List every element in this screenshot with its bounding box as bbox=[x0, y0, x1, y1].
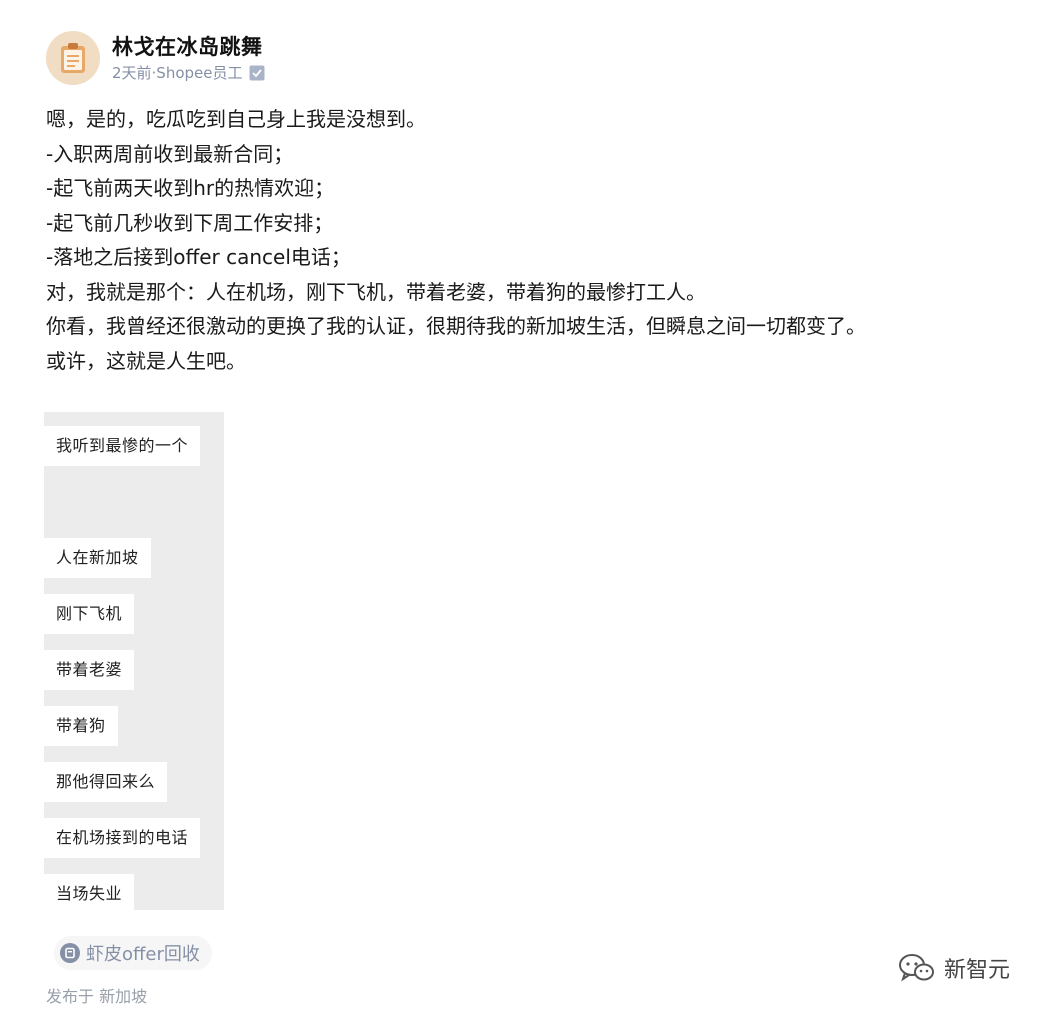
answer-post: 林戈在冰岛跳舞 2天前·Shopee员工 嗯，是的，吃瓜吃到自己身上我是没想到。… bbox=[0, 0, 1060, 1015]
post-location: 发布于 新加坡 bbox=[46, 987, 148, 1006]
topic-circle-icon bbox=[60, 943, 80, 963]
content-line: -入职两周前收到最新合同； bbox=[46, 141, 294, 166]
content-line: 嗯，是的，吃瓜吃到自己身上我是没想到。 bbox=[46, 107, 426, 131]
chat-bubble: 在机场接到的电话 bbox=[44, 818, 201, 858]
content-line: 你看，我曾经还很激动的更换了我的认证，很期待我的新加坡生活，但瞬息之间一切都变了… bbox=[46, 314, 866, 338]
chat-bubble: 那他得回来么 bbox=[44, 762, 168, 802]
meta-text: 2天前·Shopee员工 bbox=[112, 64, 243, 82]
answer-content: 嗯，是的，吃瓜吃到自己身上我是没想到。 -入职两周前收到最新合同； -起飞前两天… bbox=[46, 102, 1046, 378]
author-header: 林戈在冰岛跳舞 2天前·Shopee员工 bbox=[46, 30, 265, 86]
chat-bubble: 我听到最惨的一个 bbox=[44, 426, 201, 466]
author-name[interactable]: 林戈在冰岛跳舞 bbox=[112, 33, 265, 61]
content-line: 或许，这就是人生吧。 bbox=[46, 348, 246, 373]
content-line: -起飞前两天收到hr的热情欢迎； bbox=[46, 176, 335, 200]
chat-bubble: 刚下飞机 bbox=[44, 594, 135, 634]
chat-bubble: 带着老婆 bbox=[44, 650, 135, 690]
chat-bubble: 当场失业 bbox=[44, 874, 135, 914]
content-line: 对，我就是那个：人在机场，刚下飞机，带着老婆，带着狗的最惨打工人。 bbox=[46, 279, 706, 304]
clipboard-avatar-icon[interactable] bbox=[46, 31, 100, 85]
chat-bubble: 人在新加坡 bbox=[44, 538, 151, 578]
chat-screenshot-image[interactable]: 我听到最惨的一个 人在新加坡 刚下飞机 带着老婆 带着狗 那他得回来么 在机场接… bbox=[44, 412, 224, 914]
author-block: 林戈在冰岛跳舞 2天前·Shopee员工 bbox=[112, 33, 265, 83]
chat-bubble: 带着狗 bbox=[44, 706, 118, 746]
topic-tag[interactable]: 虾皮offer回收 bbox=[54, 936, 212, 970]
wechat-icon bbox=[898, 952, 936, 984]
post-meta: 2天前·Shopee员工 bbox=[112, 63, 265, 83]
content-line: -落地之后接到offer cancel电话； bbox=[46, 245, 351, 269]
verified-badge-icon bbox=[249, 65, 265, 81]
topic-label: 虾皮offer回收 bbox=[86, 944, 200, 965]
watermark-label: 新智元 bbox=[944, 958, 1011, 983]
watermark: 新智元 bbox=[898, 952, 1010, 984]
content-line: -起飞前几秒收到下周工作安排； bbox=[46, 210, 334, 235]
